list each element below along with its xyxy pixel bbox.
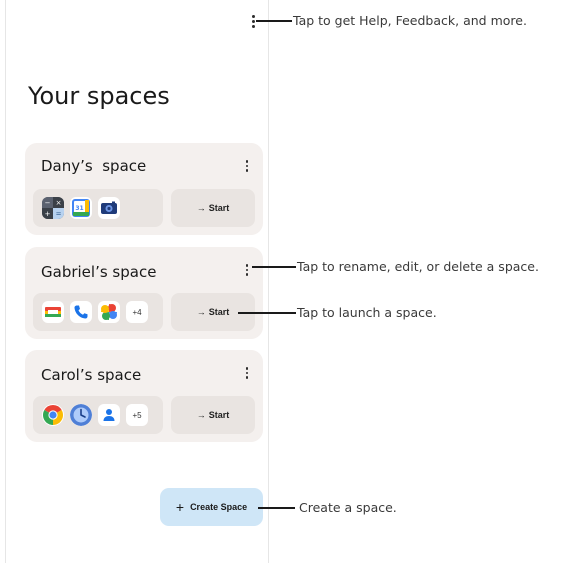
start-label: Start <box>208 307 230 317</box>
start-button[interactable]: → Start <box>171 396 255 434</box>
callout-line <box>238 312 296 314</box>
arrow-right-icon: → <box>196 307 206 317</box>
chrome-icon <box>42 404 64 426</box>
space-apps: − × + = 31 <box>33 189 163 227</box>
svg-text:31: 31 <box>75 205 83 212</box>
calculator-icon: − × + = <box>42 197 64 219</box>
calendar-icon: 31 <box>70 197 92 219</box>
callout-line <box>252 266 296 268</box>
contacts-icon <box>98 404 120 426</box>
svg-text:−: − <box>45 199 51 207</box>
callout-create-text: Create a space. <box>299 500 397 515</box>
more-apps-count: +5 <box>126 404 148 426</box>
start-label: Start <box>208 410 230 420</box>
camera-icon <box>98 197 120 219</box>
callout-line <box>256 20 292 22</box>
callout-space-menu-text: Tap to rename, edit, or delete a space. <box>297 259 539 274</box>
space-card-gabriel: Gabriel’s space +4 → Start <box>25 247 263 339</box>
space-card-dany: Dany’s space − × + = 31 → Start <box>25 143 263 235</box>
svg-text:+: + <box>45 210 51 218</box>
space-apps: +4 <box>33 293 163 331</box>
phone-screen: Your spaces Dany’s space − × + = 31 → St… <box>5 0 269 563</box>
svg-text:×: × <box>56 199 62 207</box>
phone-icon <box>70 301 92 323</box>
callout-launch-text: Tap to launch a space. <box>297 305 437 320</box>
arrow-right-icon: → <box>196 203 206 213</box>
callout-menu-text: Tap to get Help, Feedback, and more. <box>293 13 527 28</box>
space-name: Dany’s space <box>41 157 147 175</box>
callout-line <box>258 507 295 509</box>
clock-icon <box>70 404 92 426</box>
start-label: Start <box>208 203 230 213</box>
create-space-button[interactable]: + Create Space <box>160 488 263 526</box>
create-space-label: Create Space <box>190 502 248 512</box>
space-card-carol: Carol’s space +5 → Start <box>25 350 263 442</box>
more-apps-count: +4 <box>126 301 148 323</box>
space-name: Gabriel’s space <box>41 263 157 281</box>
svg-text:=: = <box>56 210 62 218</box>
space-more-icon[interactable] <box>243 261 251 279</box>
arrow-right-icon: → <box>196 410 206 420</box>
start-button[interactable]: → Start <box>171 189 255 227</box>
space-more-icon[interactable] <box>243 157 251 175</box>
plus-icon: + <box>175 499 185 515</box>
google-photos-icon <box>98 301 120 323</box>
space-more-icon[interactable] <box>243 364 251 382</box>
space-name: Carol’s space <box>41 366 142 384</box>
space-apps: +5 <box>33 396 163 434</box>
google-meet-icon <box>42 301 64 323</box>
page-title: Your spaces <box>28 82 170 110</box>
